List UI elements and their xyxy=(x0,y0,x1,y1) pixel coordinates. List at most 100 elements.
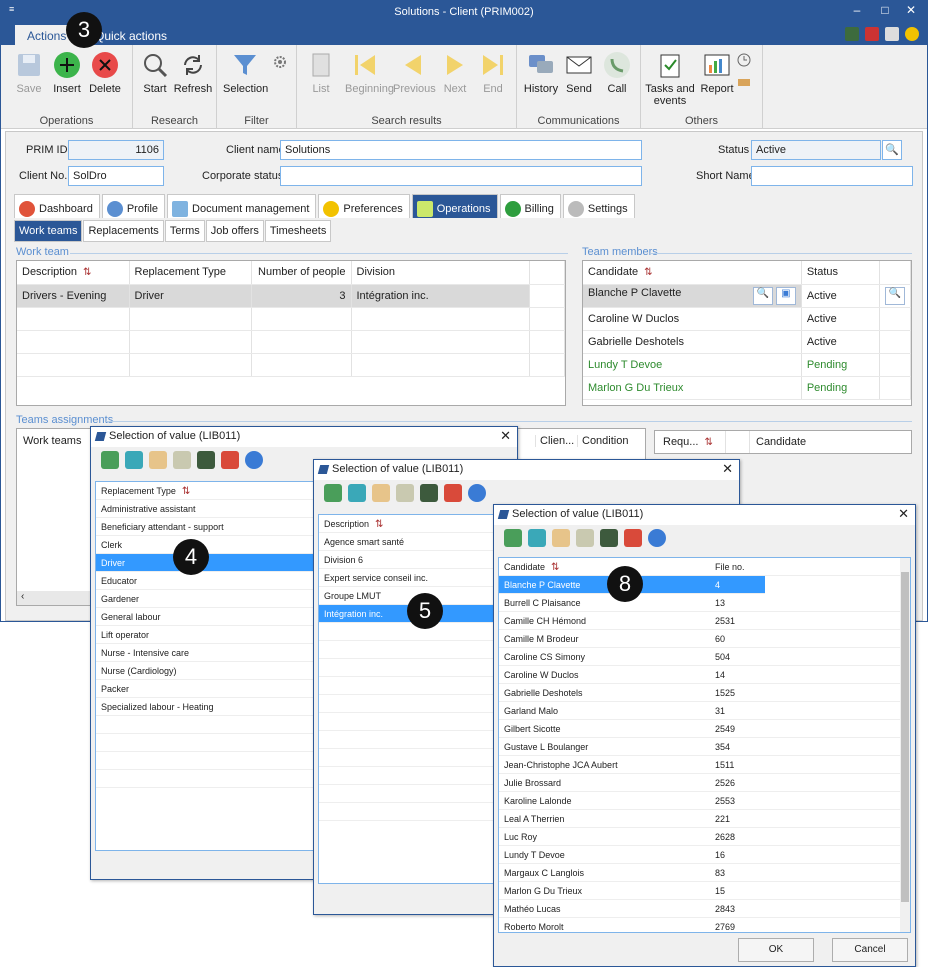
help-icon[interactable] xyxy=(648,529,666,547)
client-no-field[interactable]: SolDro xyxy=(68,166,164,186)
vertical-scrollbar[interactable] xyxy=(900,558,910,932)
table-row[interactable]: Caroline CS Simony 504 xyxy=(499,648,910,666)
table-row[interactable]: Leal A Therrien 221 xyxy=(499,810,910,828)
chart-icon[interactable] xyxy=(396,484,414,502)
close-icon[interactable]: ✕ xyxy=(722,461,733,477)
tab-preferences[interactable]: Preferences xyxy=(318,194,410,218)
table-row[interactable]: Julie Brossard 2526 xyxy=(499,774,910,792)
list-item[interactable] xyxy=(319,749,495,767)
start-button[interactable]: Start xyxy=(135,51,175,95)
list-item[interactable]: Nurse (Cardiology) xyxy=(96,662,316,680)
tab-billing[interactable]: Billing xyxy=(499,194,561,218)
table-row[interactable]: Gabrielle Deshotels Active xyxy=(583,330,911,354)
subtab-work-teams[interactable]: Work teams xyxy=(14,220,83,242)
previous-button[interactable]: Previous xyxy=(393,51,436,95)
search-add-icon[interactable] xyxy=(101,451,119,469)
close-icon[interactable]: ✕ xyxy=(898,506,909,522)
list-item[interactable]: Educator xyxy=(96,572,316,590)
list-item[interactable] xyxy=(319,659,495,677)
selection-button[interactable]: Selection xyxy=(223,51,268,95)
tab-dashboard[interactable]: Dashboard xyxy=(14,194,100,218)
list-item[interactable] xyxy=(319,731,495,749)
subtab-replacements[interactable]: Replacements xyxy=(83,220,164,242)
search-add-icon[interactable] xyxy=(504,529,522,547)
list-item[interactable] xyxy=(96,752,316,770)
gear-icon[interactable] xyxy=(273,55,287,69)
list-item[interactable] xyxy=(319,803,495,821)
next-button[interactable]: Next xyxy=(435,51,475,95)
clock-icon[interactable] xyxy=(737,53,751,67)
list-item[interactable]: Expert service conseil inc. xyxy=(319,569,495,587)
short-name-field[interactable] xyxy=(751,166,913,186)
list-item[interactable]: Groupe LMUT xyxy=(319,587,495,605)
corporate-status-field[interactable] xyxy=(280,166,642,186)
history-button[interactable]: History xyxy=(521,51,561,95)
calculator-icon[interactable] xyxy=(197,451,215,469)
subtab-timesheets[interactable]: Timesheets xyxy=(264,220,332,242)
list-item[interactable]: Beneficiary attendant - support xyxy=(96,518,316,536)
minimize-button[interactable]: – xyxy=(845,3,869,17)
maximize-button[interactable]: □ xyxy=(873,3,897,17)
table-row[interactable]: Gabrielle Deshotels 1525 xyxy=(499,684,910,702)
list-item[interactable]: General labour xyxy=(96,608,316,626)
list-item[interactable] xyxy=(319,641,495,659)
list-item[interactable]: Specialized labour - Heating xyxy=(96,698,316,716)
send-button[interactable]: Send xyxy=(559,51,599,95)
table-row[interactable]: Marlon G Du Trieux 15 xyxy=(499,882,910,900)
list-item[interactable]: Administrative assistant xyxy=(96,500,316,518)
calendar-icon[interactable] xyxy=(865,27,879,41)
subtab-terms[interactable]: Terms xyxy=(164,220,205,242)
save-button[interactable]: Save xyxy=(9,51,49,95)
calculator-icon[interactable] xyxy=(420,484,438,502)
report-button[interactable]: Report xyxy=(697,51,737,95)
calendar-icon[interactable] xyxy=(444,484,462,502)
close-icon[interactable]: ✕ xyxy=(500,428,511,444)
filter-icon[interactable] xyxy=(125,451,143,469)
calendar-icon[interactable] xyxy=(624,529,642,547)
calculator-icon[interactable] xyxy=(845,27,859,41)
table-row[interactable]: Jean-Christophe JCA Aubert 1511 xyxy=(499,756,910,774)
table-row[interactable]: Lundy T Devoe Pending xyxy=(583,353,911,377)
filter-icon[interactable] xyxy=(528,529,546,547)
list-item[interactable] xyxy=(96,734,316,752)
filter-icon[interactable] xyxy=(348,484,366,502)
tasks-events-button[interactable]: Tasks and events xyxy=(645,51,695,107)
list-item[interactable] xyxy=(319,695,495,713)
scrollbar-thumb[interactable] xyxy=(901,572,909,902)
search-add-icon[interactable] xyxy=(324,484,342,502)
table-row[interactable]: Karoline Lalonde 2553 xyxy=(499,792,910,810)
table-row[interactable]: Camille CH Hémond 2531 xyxy=(499,612,910,630)
list-item[interactable] xyxy=(96,716,316,734)
client-name-field[interactable]: Solutions xyxy=(280,140,642,160)
list-item[interactable] xyxy=(319,623,495,641)
table-row[interactable]: Mathéo Lucas 2843 xyxy=(499,900,910,918)
table-row[interactable]: Garland Malo 31 xyxy=(499,702,910,720)
beginning-button[interactable]: Beginning xyxy=(345,51,394,95)
list-header[interactable]: Description ⇅ xyxy=(319,515,495,533)
table-row[interactable]: Burrell C Plaisance 13 xyxy=(499,594,910,612)
chart-icon[interactable] xyxy=(576,529,594,547)
table-row[interactable]: Caroline W Duclos Active xyxy=(583,307,911,331)
table-row[interactable]: Roberto Morolt 2769 xyxy=(499,918,910,932)
close-button[interactable]: ✕ xyxy=(899,3,923,17)
inbox-icon[interactable] xyxy=(149,451,167,469)
list-item[interactable] xyxy=(319,785,495,803)
lock-icon[interactable] xyxy=(885,27,899,41)
tab-profile[interactable]: Profile xyxy=(101,194,166,218)
table-row[interactable]: Marlon G Du Trieux Pending xyxy=(583,376,911,400)
help-icon[interactable] xyxy=(245,451,263,469)
status-search-button[interactable]: 🔍 xyxy=(882,140,902,160)
list-item[interactable]: Agence smart santé xyxy=(319,533,495,551)
inbox-icon[interactable] xyxy=(552,529,570,547)
help-icon[interactable] xyxy=(468,484,486,502)
list-item[interactable]: Nurse - Intensive care xyxy=(96,644,316,662)
list-item[interactable]: Packer xyxy=(96,680,316,698)
list-item[interactable] xyxy=(96,770,316,788)
list-item[interactable] xyxy=(319,713,495,731)
help-icon[interactable] xyxy=(905,27,919,41)
subtab-job-offers[interactable]: Job offers xyxy=(205,220,264,242)
refresh-button[interactable]: Refresh xyxy=(173,51,213,95)
end-button[interactable]: End xyxy=(473,51,513,95)
list-button[interactable]: List xyxy=(301,51,341,95)
table-row[interactable]: Camille M Brodeur 60 xyxy=(499,630,910,648)
